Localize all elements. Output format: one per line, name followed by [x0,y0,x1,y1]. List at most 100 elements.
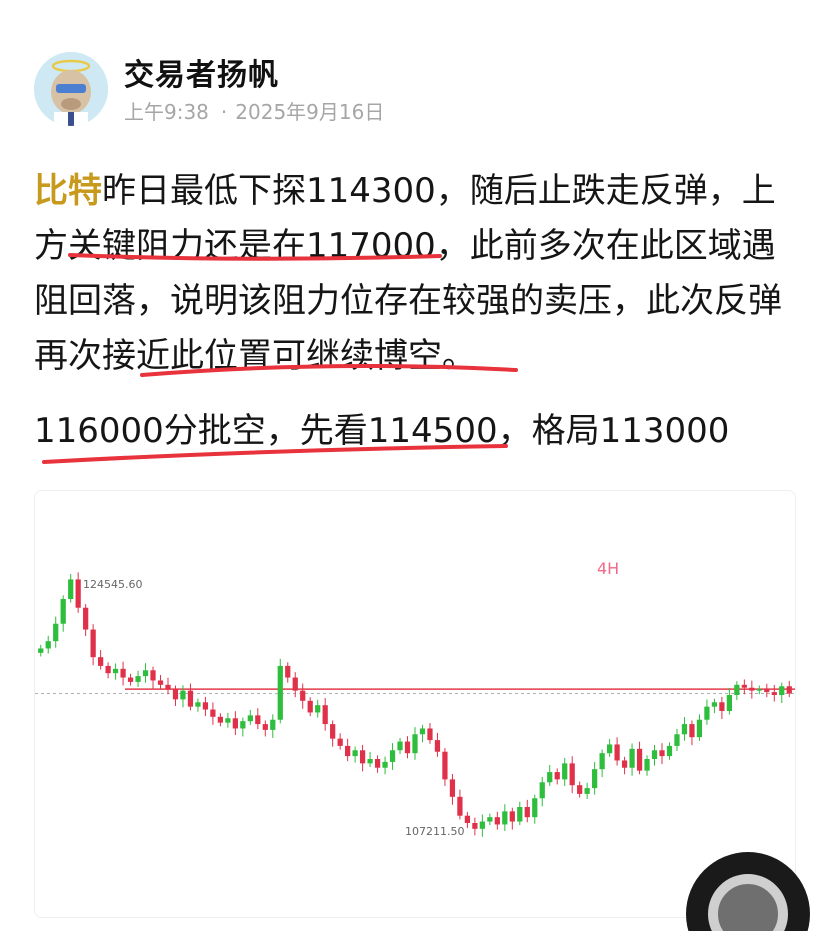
candle-body [614,744,620,761]
candle-body [195,702,201,707]
candle-body [726,695,732,711]
candle-body [412,734,418,754]
candle-body [636,748,643,771]
candle-body [621,760,628,768]
candle-body [135,676,141,682]
candle-body [404,741,411,754]
candle-body [397,741,403,751]
candle-body [509,811,515,822]
candle-body [315,705,321,713]
author-avatar[interactable] [34,52,108,126]
price-chart[interactable]: 4H 124545.60 107211.50 [34,490,796,918]
candle-body [337,738,343,746]
candle-body [322,705,328,725]
post-meta: 上午9:38 · 2025年9月16日 [124,96,384,125]
candle-body [247,715,253,722]
candle-body [464,815,471,823]
candle-body [127,677,134,682]
ring-icon [708,874,788,931]
trade-plan: 116000分批空，先看114500，格局113000 [34,411,730,451]
post-date: 2025年9月16日 [235,100,385,124]
candle-body [180,690,186,700]
candle-body [187,690,194,707]
candle-body [367,759,373,764]
candle-body [719,702,725,711]
candle-body [681,724,688,735]
candle-body [479,821,485,829]
author-name[interactable]: 交易者扬帆 [124,50,279,94]
post-paragraph: 比特昨日最低下探114300，随后止跌走反弹，上方关键阻力还是在117000，此… [34,164,804,384]
candle-body [592,769,598,789]
candle-body [389,750,396,762]
candle-body [786,686,792,694]
candle-body [771,692,777,695]
candle-body [60,599,66,624]
candle-body [584,788,590,794]
candle-body [157,680,164,685]
candle-body [539,782,545,799]
candle-body [202,702,209,710]
candle-body [217,716,224,723]
candle-body [330,724,336,739]
candle-body [352,750,358,757]
candle-body [112,668,119,674]
coin-tag[interactable]: 比特 [34,171,102,211]
candle-body [210,709,216,717]
candle-body [419,728,426,735]
candle-body [734,684,740,695]
paragraph-text: 昨日最低下探114300，随后止跌走反弹，上方关键阻力还是在117000，此前多… [34,171,782,376]
candle-body [629,748,635,768]
candle-body [262,724,268,730]
social-post: 交易者扬帆 上午9:38 · 2025年9月16日 比特昨日最低下探114300，随… [0,0,828,931]
candle-body [606,744,613,754]
candle-body [75,579,81,608]
candle-body [232,718,238,729]
candle-body [374,759,381,768]
timeframe-label: 4H [597,559,620,578]
candle-body [53,623,59,642]
candle-body [524,807,530,818]
candle-body [651,750,658,759]
candle-body [172,689,179,700]
high-price-label: 124545.60 [83,578,143,591]
candle-body [277,665,283,720]
candle-body [554,772,560,780]
candle-body [98,657,104,666]
candle-body [292,677,298,691]
candle-body [644,759,650,771]
candle-body [674,734,680,746]
candle-body [165,684,171,690]
candle-body [359,750,366,764]
candle-body [487,817,493,822]
candle-body [577,785,583,794]
candle-body [90,629,96,658]
avatar-icon [34,52,108,126]
candle-body [689,724,695,738]
candle-body [300,690,306,701]
low-price-label: 107211.50 [405,825,465,838]
candle-body [45,641,51,649]
candle-body [779,686,785,695]
candle-body [240,721,246,729]
candle-body [68,579,74,599]
candle-body [517,807,523,822]
candle-body [442,751,448,780]
candle-body [285,665,291,678]
candle-body [532,798,538,818]
candle-body [307,700,313,713]
candle-body [105,665,111,674]
candle-body [599,753,605,770]
candle-body [83,607,89,630]
candle-body [749,687,755,691]
candlestick-svg [35,572,795,837]
candle-body [659,750,665,757]
candle-body [562,763,568,780]
candle-body [434,740,441,752]
candle-body [427,728,433,741]
candle-body [741,684,747,688]
candle-body [150,670,156,681]
candle-body [38,648,44,653]
candle-body [225,718,231,723]
candle-body [142,670,149,677]
candle-body [711,702,718,707]
